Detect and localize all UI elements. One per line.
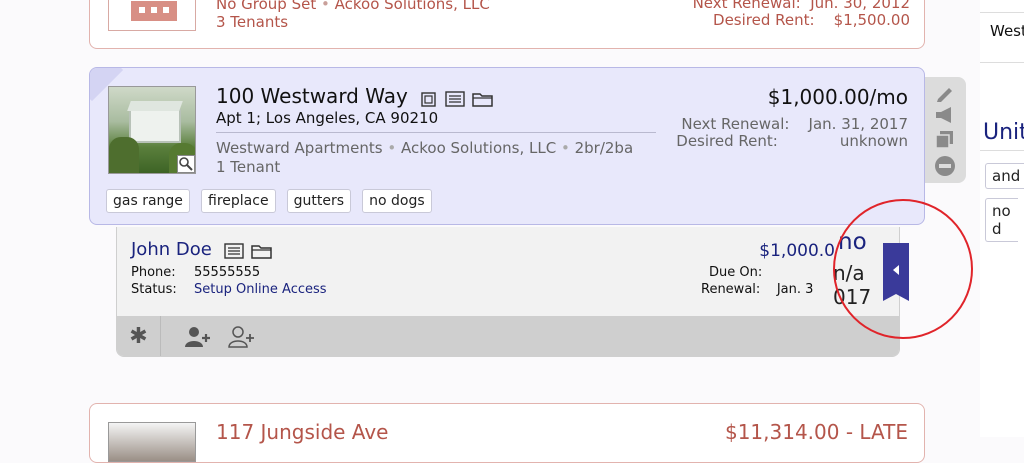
tenant-panel: John Doe Phone: 55555555 Status: Setup Onl… bbox=[116, 227, 900, 357]
renewal-label: Renewal: bbox=[701, 282, 761, 297]
right-top-label[interactable]: West bbox=[990, 22, 1024, 40]
company-label: Ackoo Solutions, LLC bbox=[334, 0, 490, 13]
complex-name: Westward Apartments bbox=[216, 139, 383, 157]
document-icon[interactable] bbox=[444, 90, 466, 108]
desired-label: Desired Rent: bbox=[676, 132, 778, 150]
tenant-count: 1 Tenant bbox=[216, 158, 281, 176]
amenity-tags: gas range fireplace gutters no dogs bbox=[106, 189, 438, 213]
phone-value: 55555555 bbox=[194, 265, 261, 280]
folder-icon[interactable] bbox=[471, 90, 495, 108]
property-card-prev[interactable]: No Group Set • Ackoo Solutions, LLC 3 Te… bbox=[89, 0, 925, 49]
divider bbox=[216, 132, 656, 133]
edit-pencil-icon[interactable] bbox=[934, 83, 956, 103]
document-icon[interactable] bbox=[223, 242, 245, 260]
unit-title[interactable]: 117 Jungside Ave bbox=[216, 420, 388, 444]
unit-rent: $1,000.00/mo bbox=[767, 85, 908, 109]
company-name: Ackoo Solutions, LLC bbox=[401, 139, 557, 157]
status-label: Status: bbox=[131, 282, 177, 297]
add-tenant-icon[interactable] bbox=[183, 325, 213, 349]
asterisk-button[interactable]: ✱ bbox=[117, 316, 161, 356]
remove-icon[interactable] bbox=[934, 155, 956, 177]
right-chip-and[interactable]: and bbox=[985, 163, 1024, 189]
tenant-rent: $1,000.0 bbox=[759, 241, 835, 261]
tag-gas-range[interactable]: gas range bbox=[106, 189, 190, 213]
desired-value: $1,500.00 bbox=[833, 11, 910, 29]
property-photo bbox=[108, 422, 196, 462]
add-occupant-icon[interactable] bbox=[227, 325, 257, 349]
copy-icon[interactable] bbox=[934, 129, 956, 149]
tag-no-dogs[interactable]: no dogs bbox=[362, 189, 432, 213]
setup-online-access-link[interactable]: Setup Online Access bbox=[194, 282, 327, 297]
right-chip-no-dogs[interactable]: no d bbox=[985, 198, 1018, 242]
zoom-icon[interactable] bbox=[177, 155, 195, 173]
desired-label: Desired Rent: bbox=[713, 11, 815, 29]
tenant-name[interactable]: John Doe bbox=[131, 239, 212, 260]
folder-icon[interactable] bbox=[250, 242, 274, 260]
tenant-toolbar: ✱ bbox=[117, 316, 899, 356]
property-card-next[interactable]: 117 Jungside Ave $11,314.00 - LATE bbox=[89, 403, 925, 463]
group-label: No Group Set bbox=[216, 0, 317, 13]
megaphone-icon[interactable] bbox=[934, 105, 956, 125]
property-thumbnail-placeholder bbox=[108, 0, 196, 31]
unit-address: Apt 1; Los Angeles, CA 90210 bbox=[216, 109, 439, 127]
tag-gutters[interactable]: gutters bbox=[286, 189, 352, 213]
tenant-count: 3 Tenants bbox=[216, 13, 289, 31]
bed-bath: 2br/2ba bbox=[574, 139, 634, 157]
property-card-selected[interactable]: 100 Westward Way Apt 1; Los Angeles, CA … bbox=[89, 67, 925, 225]
right-panel: West Unit and no d bbox=[980, 0, 1024, 437]
phone-label: Phone: bbox=[131, 265, 176, 280]
property-photo[interactable] bbox=[108, 86, 196, 174]
right-heading: Unit bbox=[983, 120, 1024, 145]
tag-fireplace[interactable]: fireplace bbox=[201, 189, 276, 213]
highlight-circle bbox=[833, 199, 973, 339]
renewal-label: Next Renewal: bbox=[681, 115, 790, 133]
renewal-value: Jan. 3 bbox=[776, 282, 814, 297]
unit-title[interactable]: 100 Westward Way bbox=[216, 84, 408, 108]
external-link-icon[interactable] bbox=[419, 90, 439, 108]
renewal-value: Jan. 31, 2017 bbox=[808, 115, 908, 133]
desired-value: unknown bbox=[839, 132, 908, 150]
due-on-label: Due On: bbox=[709, 265, 763, 280]
unit-actions-rail bbox=[922, 77, 966, 183]
unit-rent: $11,314.00 - LATE bbox=[724, 420, 908, 444]
